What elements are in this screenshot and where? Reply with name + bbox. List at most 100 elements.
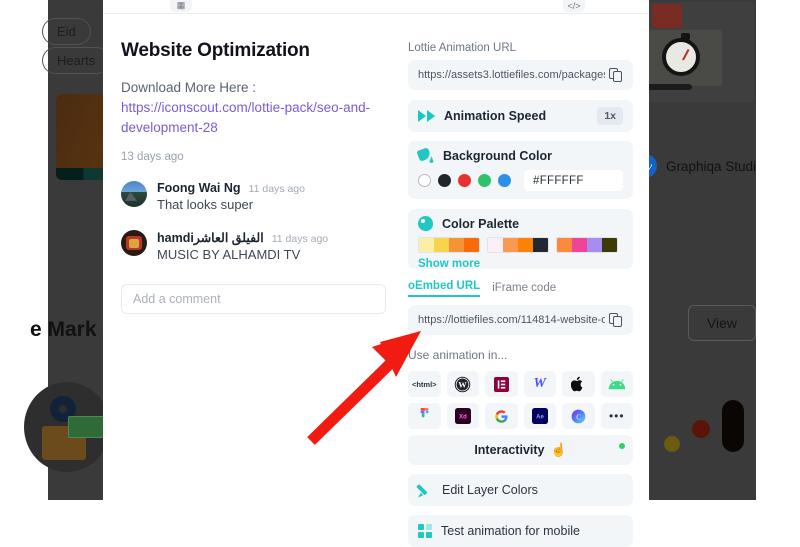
embed-url-field[interactable]: https://lottiefiles.com/114814-website-o… — [408, 305, 633, 335]
interactivity-label: Interactivity — [474, 443, 545, 457]
dot-red — [692, 420, 710, 438]
background-author[interactable]: Gv Graphiqa Studi — [632, 154, 756, 178]
color-palette-section: Color Palette Show more — [408, 209, 633, 270]
color-swatch-red[interactable] — [458, 174, 471, 187]
palette-group[interactable] — [418, 237, 480, 253]
after-effects-icon[interactable]: Ae — [523, 403, 556, 429]
palette-group[interactable] — [556, 237, 618, 253]
edit-layer-colors-label: Edit Layer Colors — [442, 483, 538, 497]
use-animation-label: Use animation in... — [408, 348, 508, 362]
tab-oembed-url[interactable]: oEmbed URL — [408, 280, 481, 297]
lottie-url-value: https://assets3.lottiefiles.com/packages… — [418, 69, 605, 81]
description-link[interactable]: https://iconscout.com/lottie-pack/seo-an… — [121, 100, 370, 135]
background-tag-hearts[interactable]: Hearts — [42, 47, 111, 74]
fast-forward-icon — [418, 110, 435, 122]
apple-icon[interactable] — [562, 371, 595, 397]
hex-color-input[interactable]: #FFFFFF — [524, 170, 623, 191]
lottie-url-label: Lottie Animation URL — [408, 42, 517, 54]
tab-iframe-code[interactable]: iFrame code — [492, 282, 556, 297]
canva-icon[interactable]: C — [562, 403, 595, 429]
background-illustration — [24, 382, 110, 472]
list-item: Foong Wai Ng 11 days ago That looks supe… — [121, 180, 386, 212]
webflow-icon[interactable]: W — [523, 371, 556, 397]
comment-text: That looks super — [157, 196, 254, 212]
background-section-heading: e Mark — [30, 318, 97, 341]
qr-code-icon — [418, 524, 432, 538]
backdrop-right-edge — [756, 0, 800, 500]
animation-speed-row[interactable]: Animation Speed 1x — [408, 100, 633, 132]
pencil-icon — [418, 483, 433, 498]
comment-author[interactable]: Foong Wai Ng — [157, 181, 241, 195]
comment-author[interactable]: hamdiالفيلق العاشر — [157, 230, 264, 245]
modal-topbar: ▦ </> — [103, 0, 649, 14]
comment-header: Foong Wai Ng 11 days ago — [157, 181, 386, 195]
avatar[interactable] — [121, 229, 147, 256]
modal-right-column: Lottie Animation URL https://assets3.lot… — [408, 14, 649, 547]
red-gear-icon — [652, 4, 682, 28]
background-tag-eid[interactable]: Eid — [42, 18, 91, 45]
modal-body: Website Optimization Download More Here … — [103, 14, 649, 547]
pill-black — [722, 400, 744, 452]
lottie-url-field[interactable]: https://assets3.lottiefiles.com/packages… — [408, 60, 633, 90]
figma-icon[interactable] — [408, 403, 441, 429]
color-swatch-green[interactable] — [478, 174, 491, 187]
paint-bucket-icon — [418, 148, 434, 163]
background-color-section: Background Color #FFFFFF — [408, 141, 633, 199]
show-more-link[interactable]: Show more — [418, 258, 480, 270]
description-text: Download More Here : — [121, 80, 257, 95]
comment-timestamp: 11 days ago — [248, 182, 305, 195]
view-button[interactable]: View — [687, 305, 756, 341]
comment-header: hamdiالفيلق العاشر 11 days ago — [157, 230, 386, 245]
svg-text:Xd: Xd — [459, 415, 467, 421]
adobe-xd-icon[interactable]: Xd — [446, 403, 479, 429]
wordpress-icon[interactable]: W — [446, 371, 479, 397]
edit-layer-colors-button[interactable]: Edit Layer Colors — [408, 474, 633, 506]
elementor-icon[interactable] — [485, 371, 518, 397]
palette-group[interactable] — [487, 237, 549, 253]
embed-url-value: https://lottiefiles.com/114814-website-o… — [418, 314, 605, 326]
color-swatch-black[interactable] — [438, 174, 451, 187]
cursor-click-icon: ☝ — [550, 442, 567, 457]
svg-text:Ae: Ae — [536, 415, 544, 421]
svg-text:C: C — [576, 414, 581, 421]
html-icon[interactable]: <html> — [408, 371, 441, 397]
test-animation-mobile-button[interactable]: Test animation for mobile — [408, 515, 633, 547]
app-tiles-row-1: <html> W W — [408, 371, 633, 397]
code-icon[interactable]: </> — [563, 0, 585, 12]
comment-timestamp: 11 days ago — [271, 232, 329, 245]
comment-body: hamdiالفيلق العاشر 11 days ago MUSIC BY … — [157, 230, 386, 262]
background-color-header: Background Color — [418, 148, 552, 163]
grid-icon[interactable]: ▦ — [170, 0, 192, 12]
page-title: Website Optimization — [121, 40, 310, 61]
background-color-label: Background Color — [443, 148, 553, 163]
comment-body: Foong Wai Ng 11 days ago That looks supe… — [157, 181, 386, 212]
copy-icon[interactable] — [609, 67, 623, 83]
background-dots-illustration — [646, 400, 756, 460]
add-comment-input[interactable]: Add a comment — [121, 283, 386, 314]
comment-text: MUSIC BY ALHAMDI TV — [157, 246, 301, 262]
avatar[interactable] — [121, 180, 147, 207]
more-apps-icon[interactable]: ••• — [600, 403, 633, 429]
asset-detail-modal: ▦ </> Website Optimization Download More… — [103, 0, 649, 547]
android-icon[interactable] — [600, 371, 633, 397]
test-mobile-label: Test animation for mobile — [441, 524, 580, 538]
cash-icon — [68, 416, 106, 438]
color-palette-label: Color Palette — [442, 216, 520, 231]
stopwatch-icon — [662, 33, 700, 76]
color-swatch-white[interactable] — [418, 174, 431, 187]
color-palette-header: Color Palette — [418, 216, 519, 231]
animation-speed-label: Animation Speed — [444, 109, 547, 123]
google-icon[interactable] — [485, 403, 518, 429]
embed-tabs: oEmbed URL iFrame code — [408, 280, 633, 297]
app-tiles-row-2: Xd Ae C ••• — [408, 403, 633, 429]
palette-icon — [418, 216, 433, 231]
animation-speed-value[interactable]: 1x — [597, 107, 623, 125]
list-item: hamdiالفيلق العاشر 11 days ago MUSIC BY … — [121, 229, 386, 262]
status-badge — [619, 443, 625, 449]
svg-text:W: W — [459, 379, 468, 389]
color-swatch-blue[interactable] — [498, 174, 511, 187]
interactivity-button[interactable]: Interactivity ☝ — [408, 435, 633, 465]
modal-left-column: Website Optimization Download More Here … — [103, 14, 408, 500]
posted-timestamp: 13 days ago — [121, 150, 184, 163]
copy-icon[interactable] — [609, 312, 623, 328]
